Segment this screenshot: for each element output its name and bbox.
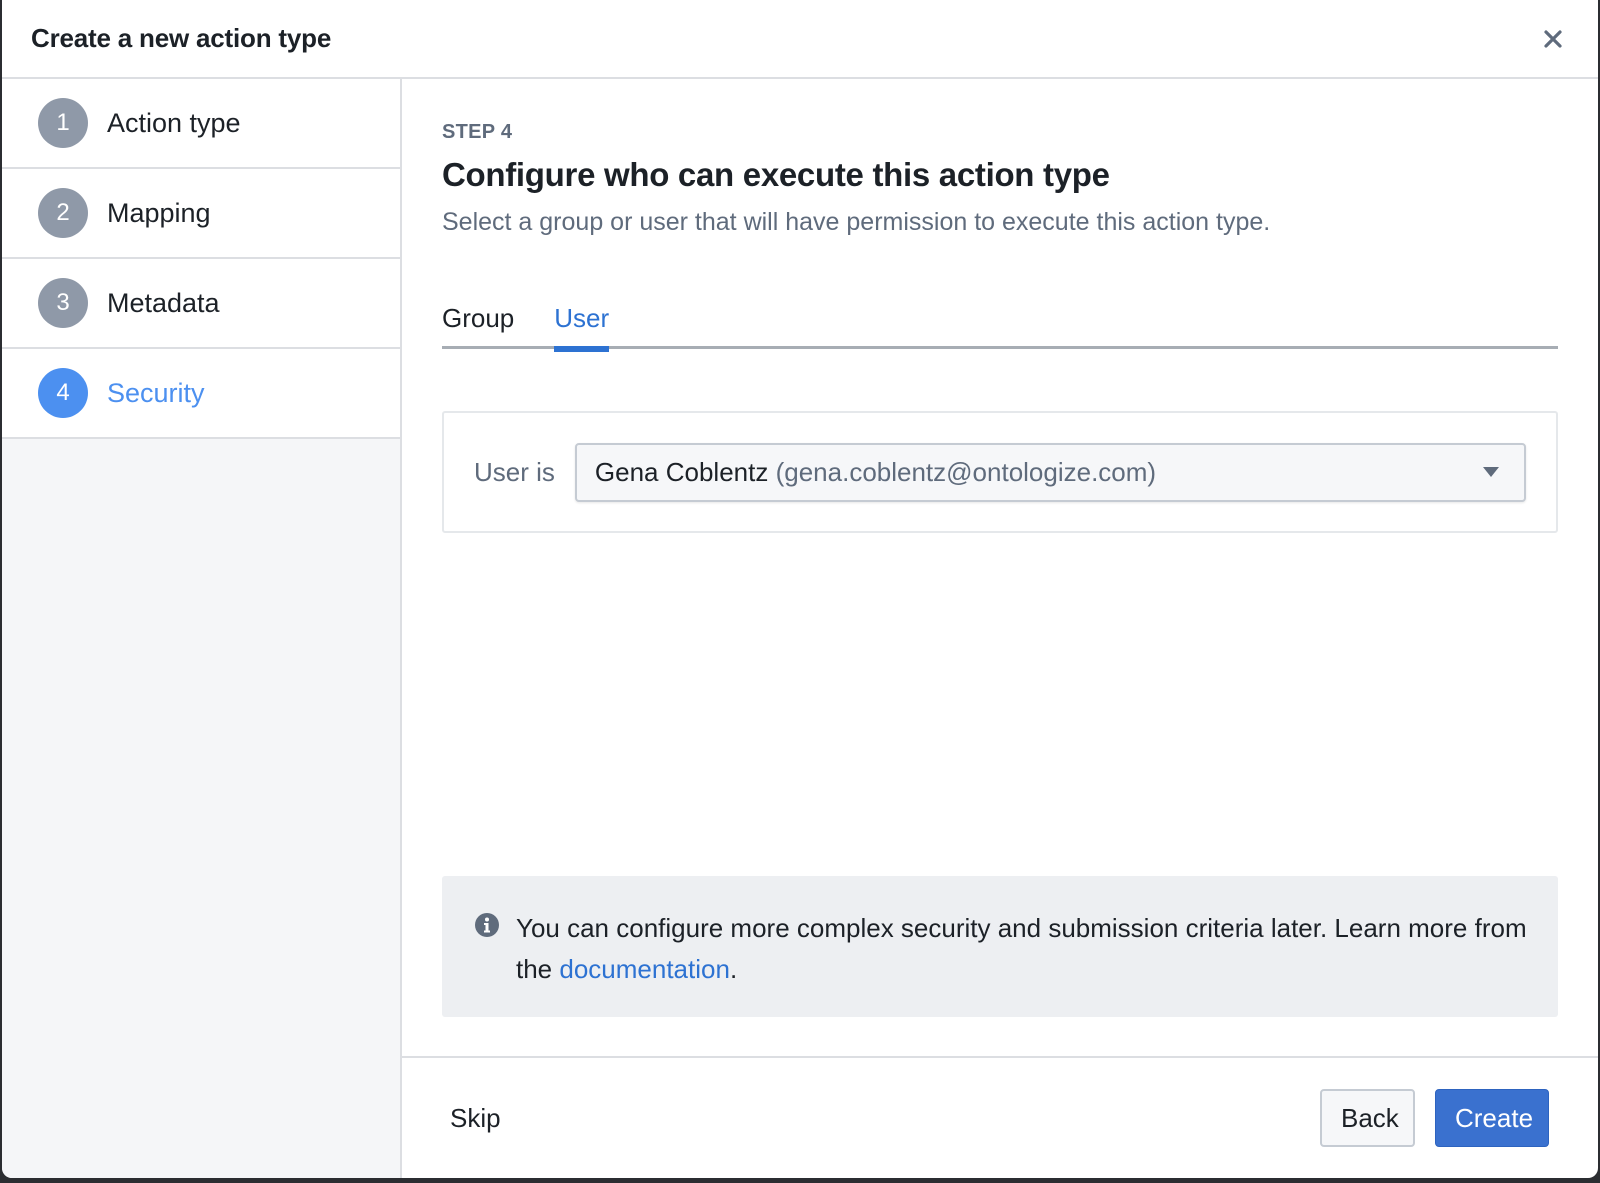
sidebar-step-action-type[interactable]: 1 Action type <box>2 79 400 169</box>
step-number-badge: 3 <box>38 278 88 328</box>
dialog-body: 1 Action type 2 Mapping 3 Metadata 4 Sec… <box>2 79 1598 1178</box>
close-button[interactable] <box>1538 24 1568 54</box>
permission-tabs: Group User <box>442 303 1558 352</box>
selected-user: Gena Coblentz (gena.coblentz@ontologize.… <box>595 457 1156 488</box>
caret-down-icon <box>1483 467 1499 477</box>
skip-button[interactable]: Skip <box>450 1103 501 1134</box>
selected-user-email: (gena.coblentz@ontologize.com) <box>775 456 1157 487</box>
sidebar-step-mapping[interactable]: 2 Mapping <box>2 169 400 259</box>
step-kicker: STEP 4 <box>442 121 513 143</box>
dialog-footer: Skip Back Create <box>402 1056 1598 1178</box>
user-select[interactable]: Gena Coblentz (gena.coblentz@ontologize.… <box>574 442 1526 502</box>
callout-text: You can configure more complex security … <box>516 908 1528 1017</box>
close-icon <box>1544 29 1562 48</box>
dialog-title: Create a new action type <box>31 23 332 53</box>
callout-text-after: . <box>729 954 738 984</box>
sidebar-step-metadata[interactable]: 3 Metadata <box>2 259 400 349</box>
sidebar-step-security[interactable]: 4 Security <box>2 349 400 439</box>
steps-sidebar: 1 Action type 2 Mapping 3 Metadata 4 Sec… <box>2 79 402 1178</box>
tab-group[interactable]: Group <box>442 303 514 349</box>
info-callout: You can configure more complex security … <box>442 876 1558 1017</box>
create-button[interactable]: Create <box>1435 1089 1549 1147</box>
info-icon <box>475 913 499 937</box>
step-number-badge: 4 <box>38 368 88 418</box>
step-label: Metadata <box>107 287 220 318</box>
step-number-badge: 1 <box>38 98 88 148</box>
page-subtitle: Select a group or user that will have pe… <box>442 208 1271 236</box>
step-label: Action type <box>107 107 241 138</box>
tab-user[interactable]: User <box>554 303 609 352</box>
step-number-badge: 2 <box>38 188 88 238</box>
user-selector-card: User is Gena Coblentz (gena.coblentz@ont… <box>442 411 1558 533</box>
user-is-label: User is <box>474 456 555 487</box>
page-title: Configure who can execute this action ty… <box>442 156 1110 193</box>
documentation-link[interactable]: documentation <box>559 954 730 984</box>
create-action-type-dialog: Create a new action type 1 Action type 2… <box>2 0 1598 1178</box>
step-label: Security <box>107 377 205 408</box>
back-button[interactable]: Back <box>1320 1089 1415 1147</box>
step-content: STEP 4 Configure who can execute this ac… <box>402 79 1598 1178</box>
dialog-header: Create a new action type <box>2 0 1598 79</box>
footer-actions: Back Create <box>1320 1089 1549 1147</box>
selected-user-name: Gena Coblentz <box>594 456 769 487</box>
step-label: Mapping <box>107 197 211 228</box>
